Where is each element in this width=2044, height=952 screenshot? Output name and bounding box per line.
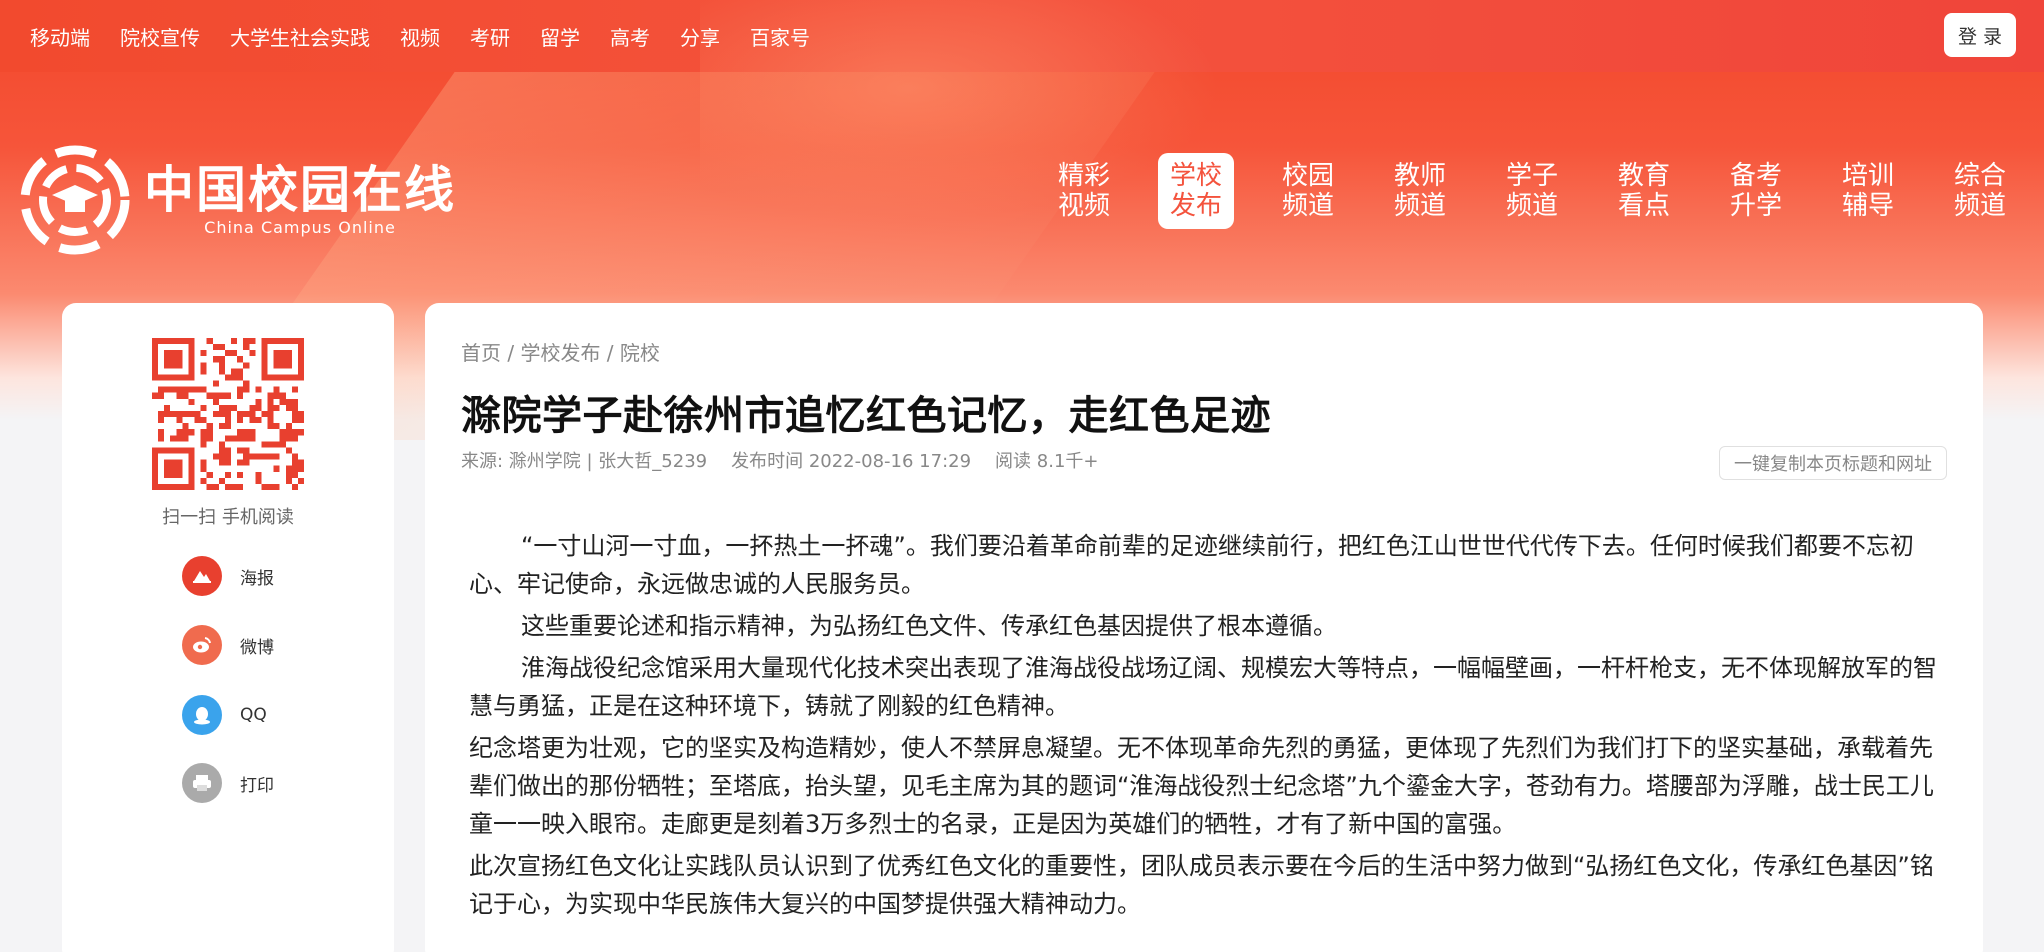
article-meta: 来源: 滁州学院 | 张大哲_5239 发布时间 2022-08-16 17:2… (461, 447, 1122, 473)
topnav-item[interactable]: 院校宣传 (120, 22, 200, 51)
mainnav-item[interactable]: 培训辅导 (1830, 153, 1906, 229)
copy-link-button[interactable]: 一键复制本页标题和网址 (1719, 446, 1947, 480)
mainnav-label: 精彩视频 (1057, 161, 1110, 221)
article-title: 滁院学子赴徐州市追忆红色记忆，走红色足迹 (461, 393, 1271, 439)
article-paragraph: “一寸山河一寸血，一抔热土一抔魂”。我们要沿着革命前辈的足迹继续前行，把红色江山… (469, 532, 1914, 598)
poster-icon (182, 556, 222, 596)
topnav-item[interactable]: 高考 (610, 22, 650, 51)
logo-english: China Campus Online (204, 217, 396, 237)
mainnav-item[interactable]: 校园频道 (1270, 153, 1346, 229)
topnav-item[interactable]: 大学生社会实践 (230, 22, 370, 51)
print-icon (182, 763, 222, 803)
topnav-item[interactable]: 考研 (470, 22, 510, 51)
mainnav-label: 培训辅导 (1841, 161, 1894, 221)
scan-label: 扫一扫 手机阅读 (162, 507, 294, 528)
mainnav-label: 学子频道 (1505, 161, 1558, 221)
share-label: 海报 (240, 568, 274, 589)
mainnav-item[interactable]: 学校发布 (1158, 153, 1234, 229)
site-logo[interactable]: 中国校园在线 China Campus Online (20, 145, 456, 255)
mainnav-label: 教育看点 (1617, 161, 1670, 221)
mainnav-item[interactable]: 教育看点 (1606, 153, 1682, 229)
main-nav: 精彩视频 学校发布 校园频道 教师频道 学子频道 教育看点 备考升学 培训辅导 综合频道 (1010, 153, 2018, 229)
logo-name: 中国校园在线 (144, 160, 456, 219)
share-qq[interactable]: QQ (182, 695, 267, 735)
article-body: “一寸山河一寸血，一抔热土一抔魂”。我们要沿着革命前辈的足迹继续前行，把红色江山… (469, 527, 1939, 927)
topnav-item[interactable]: 移动端 (30, 22, 90, 51)
mainnav-label: 教师频道 (1393, 161, 1446, 221)
article-paragraph: 纪念塔更为壮观，它的坚实及构造精妙，使人不禁屏息凝望。无不体现革命先烈的勇猛，更… (469, 734, 1934, 838)
share-poster[interactable]: 海报 (182, 556, 274, 596)
breadcrumb[interactable]: 首页 / 学校发布 / 院校 (461, 337, 660, 366)
article-paragraph: 此次宣扬红色文化让实践队员认识到了优秀红色文化的重要性，团队成员表示要在今后的生… (469, 852, 1934, 918)
mainnav-item[interactable]: 教师频道 (1382, 153, 1458, 229)
top-nav: 移动端 院校宣传 大学生社会实践 视频 考研 留学 高考 分享 百家号 (0, 0, 2044, 72)
mainnav-item[interactable]: 精彩视频 (1046, 153, 1122, 229)
logo-mark-icon (20, 145, 130, 255)
share-label: 微博 (240, 637, 274, 658)
share-label: 打印 (240, 775, 274, 796)
share-label: QQ (240, 705, 267, 725)
mainnav-item[interactable]: 综合频道 (1942, 153, 2018, 229)
mainnav-label: 学校发布 (1169, 161, 1222, 221)
weibo-icon (182, 625, 222, 665)
mainnav-item[interactable]: 备考升学 (1718, 153, 1794, 229)
mainnav-label: 备考升学 (1729, 161, 1782, 221)
topnav-item[interactable]: 分享 (680, 22, 720, 51)
article-date: 发布时间 2022-08-16 17:29 (731, 451, 972, 472)
mainnav-label: 校园频道 (1281, 161, 1334, 221)
topnav-item[interactable]: 视频 (400, 22, 440, 51)
share-print[interactable]: 打印 (182, 763, 274, 803)
share-weibo[interactable]: 微博 (182, 625, 274, 665)
mainnav-item[interactable]: 学子频道 (1494, 153, 1570, 229)
share-sidebar: 扫一扫 手机阅读 海报微博 QQ 打印 (62, 303, 394, 952)
article-source: 来源: 滁州学院 | 张大哲_5239 (461, 451, 708, 472)
article-paragraph: 这些重要论述和指示精神，为弘扬红色文件、传承红色基因提供了根本遵循。 (521, 612, 1337, 640)
mainnav-label: 综合频道 (1953, 161, 2006, 221)
article-card: 首页 / 学校发布 / 院校 滁院学子赴徐州市追忆红色记忆，走红色足迹 来源: … (425, 303, 1983, 952)
qq-icon (182, 695, 222, 735)
login-button[interactable]: 登 录 (1944, 13, 2016, 57)
article-paragraph: 淮海战役纪念馆采用大量现代化技术突出表现了淮海战役战场辽阔、规模宏大等特点，一幅… (469, 654, 1937, 720)
topnav-item[interactable]: 百家号 (750, 22, 810, 51)
topnav-item[interactable]: 留学 (540, 22, 580, 51)
article-reads: 阅读 8.1千+ (995, 451, 1099, 472)
qr-code-icon (152, 338, 304, 490)
